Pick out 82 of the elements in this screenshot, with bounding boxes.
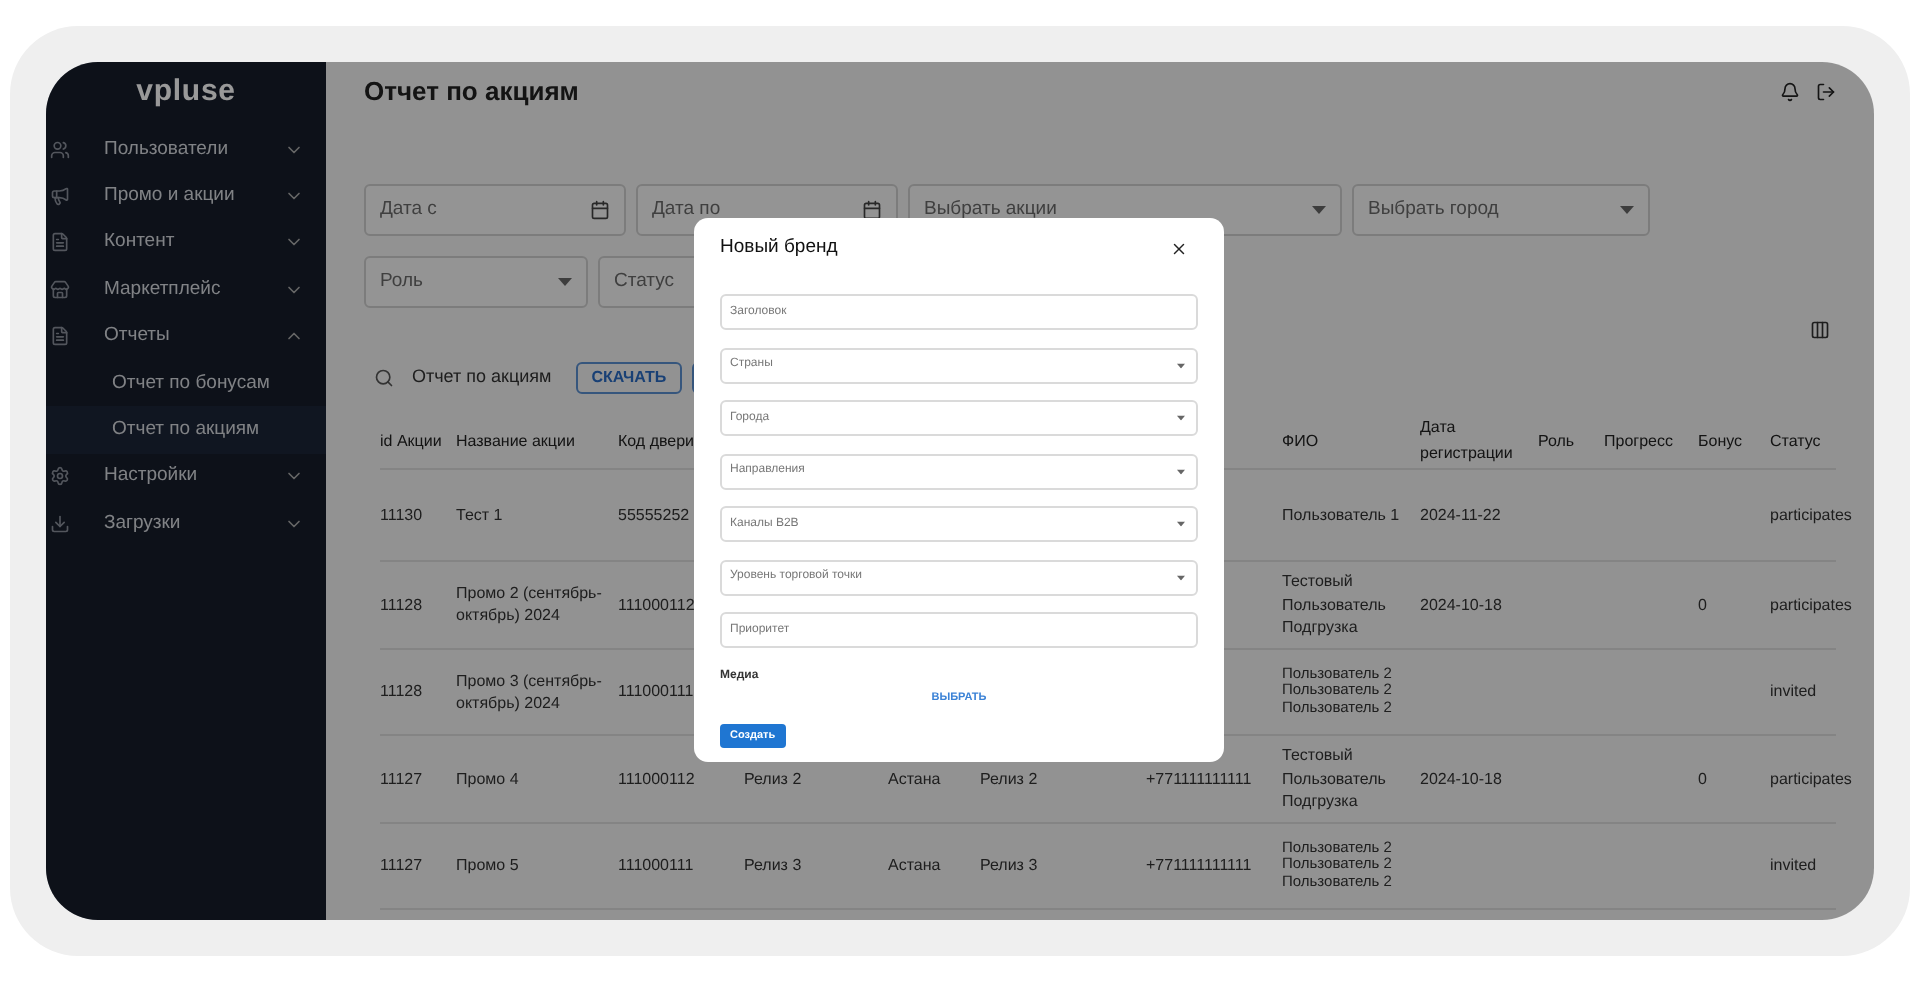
table-cell-text: Релиз 3: [980, 854, 1040, 877]
column-header: ФИО: [1282, 429, 1321, 454]
table-cell-text: Пользователь 1: [1282, 503, 1402, 527]
table-cell-text: 111000111: [618, 680, 696, 703]
search-icon[interactable]: [374, 368, 394, 388]
table-cell-text: Релиз 2: [980, 767, 1040, 790]
table-cell-text: 111000112: [618, 767, 697, 790]
table-cell-text: Промо 2 (сентябрь-октябрь) 2024: [456, 582, 604, 627]
table-cell-text: 11128: [380, 680, 425, 703]
date-field[interactable]: Дата с: [364, 184, 626, 236]
sidebar-item[interactable]: Маркетплейс: [46, 266, 326, 314]
column-header: Код двери: [618, 429, 697, 454]
table-cell-text: 11130: [380, 503, 425, 527]
column-header: Статус: [1770, 429, 1823, 454]
table-cell-text: 111000112: [618, 593, 697, 616]
table-cell-text: 111000111: [618, 854, 696, 877]
column-header: Прогресс: [1604, 429, 1675, 454]
column-header: Бонус: [1698, 429, 1745, 454]
columns-icon[interactable]: [1810, 320, 1830, 340]
settings-icon: [50, 466, 70, 487]
table-cell-text: Промо 3 (сентябрь-октябрь) 2024: [456, 669, 604, 714]
document-icon: [50, 232, 70, 253]
dropdown-caret-icon: [1176, 415, 1186, 421]
table-cell-text: 11127: [380, 767, 425, 790]
dropdown-caret-icon: [1176, 521, 1186, 527]
download-button[interactable]: СКАЧАТЬ: [575, 362, 683, 394]
sidebar-item[interactable]: Загрузки: [46, 500, 326, 548]
column-header: Название акции: [456, 429, 577, 454]
table-cell-text: Астана: [888, 854, 943, 877]
close-icon[interactable]: [1170, 239, 1188, 257]
megaphone-icon: [50, 186, 70, 207]
table-cell-text: Тест 1: [456, 503, 505, 527]
sidebar-item[interactable]: Контент: [46, 219, 326, 267]
table-cell-text: 0: [1698, 767, 1709, 790]
table-cell-text: participates: [1770, 503, 1854, 527]
table-cell-text: 2024-10-18: [1420, 767, 1504, 790]
select-field[interactable]: Выбрать город: [1352, 184, 1650, 236]
select-field[interactable]: Роль: [364, 256, 588, 308]
calendar-icon: [590, 200, 610, 220]
table-cell-text: Тестовый Пользователь Подгрузка: [1282, 570, 1388, 639]
table-cell-text: participates: [1770, 593, 1854, 616]
column-header: Дата регистрации: [1420, 416, 1515, 466]
dropdown-caret-icon: [1176, 362, 1186, 368]
table-cell-text: Релиз 3: [744, 854, 804, 877]
download-icon: [50, 513, 70, 534]
table-cell-text: invited: [1770, 854, 1819, 877]
people-icon: [50, 139, 70, 160]
table-cell-text: Астана: [888, 767, 943, 790]
sidebar-subitem[interactable]: Отчет по акциям: [46, 406, 326, 454]
table-cell-text: 0: [1698, 593, 1709, 616]
sidebar-item[interactable]: Настройки: [46, 453, 326, 501]
column-header: Роль: [1538, 429, 1577, 454]
document-icon: [50, 326, 70, 347]
table-cell-text: participates: [1770, 767, 1854, 790]
table-title: Отчет по акциям: [412, 364, 552, 391]
logo: vpluse: [134, 72, 238, 112]
table-cell-text: 2024-11-22: [1420, 503, 1503, 527]
sidebar-item[interactable]: Пользователи: [46, 126, 326, 173]
table-cell-text: 2024-10-18: [1420, 593, 1504, 616]
notification-bell-icon[interactable]: [1780, 82, 1800, 102]
table-cell-text: invited: [1770, 680, 1819, 703]
store-icon: [50, 279, 70, 300]
table-cell-text: +771111111111: [1146, 767, 1254, 790]
dropdown-caret-icon: [558, 278, 572, 286]
sidebar-item[interactable]: Отчеты: [46, 313, 326, 360]
column-header: id Акции: [380, 429, 444, 454]
logout-icon[interactable]: [1816, 82, 1836, 102]
dropdown-caret-icon: [1176, 574, 1186, 580]
page-title: Отчет по акциям: [364, 74, 579, 111]
dropdown-caret-icon: [1176, 468, 1186, 474]
dropdown-caret-icon: [1620, 206, 1634, 214]
table-cell-text: 11127: [380, 854, 425, 877]
modal-title: Новый бренд: [720, 233, 838, 262]
table-cell-text: +771111111111: [1146, 854, 1254, 877]
table-cell-text: Промо 4: [456, 767, 521, 790]
table-cell-text: Тестовый Пользователь Подгрузка: [1282, 744, 1388, 813]
table-cell-text: Промо 5: [456, 854, 521, 877]
table-cell-text: 11128: [380, 593, 425, 616]
table-cell-text: Релиз 2: [744, 767, 804, 790]
dropdown-caret-icon: [1312, 206, 1326, 214]
sidebar-item[interactable]: Промо и акции: [46, 172, 326, 220]
sidebar-subitem[interactable]: Отчет по бонусам: [46, 359, 326, 407]
